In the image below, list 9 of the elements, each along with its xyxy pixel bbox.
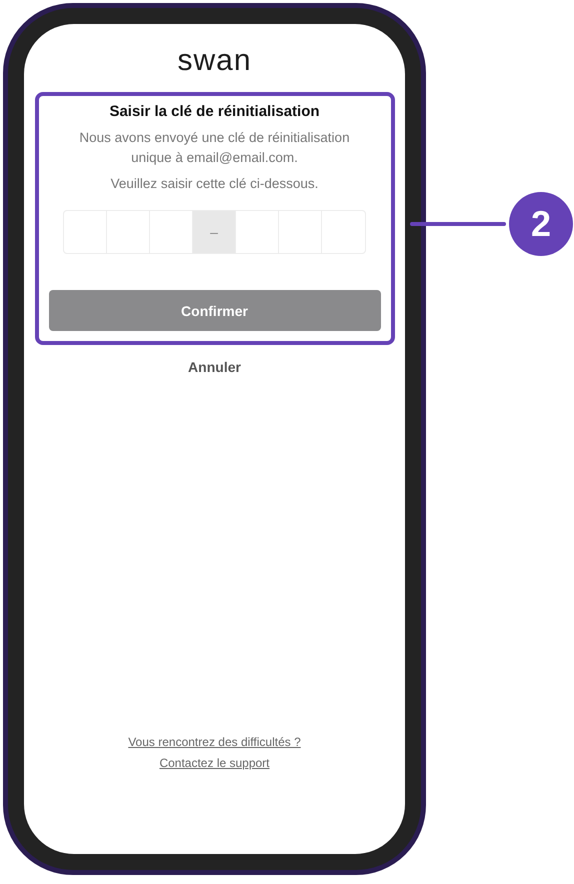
step-badge: 2	[509, 192, 573, 256]
cancel-link[interactable]: Annuler	[188, 359, 241, 375]
card-title: Saisir la clé de réinitialisation	[109, 102, 320, 122]
instruction-text: Nous avons envoyé une clé de réinitialisation unique à email@email.com.	[78, 129, 351, 167]
confirm-button[interactable]: Confirmer	[48, 290, 380, 331]
help-link[interactable]: Vous rencontrez des difficultés ?	[128, 732, 301, 753]
logo: swan	[177, 44, 252, 78]
help-link[interactable]: Contactez le support	[159, 753, 270, 774]
instruction-text: Veuillez saisir cette clé ci-dessous.	[110, 175, 320, 193]
